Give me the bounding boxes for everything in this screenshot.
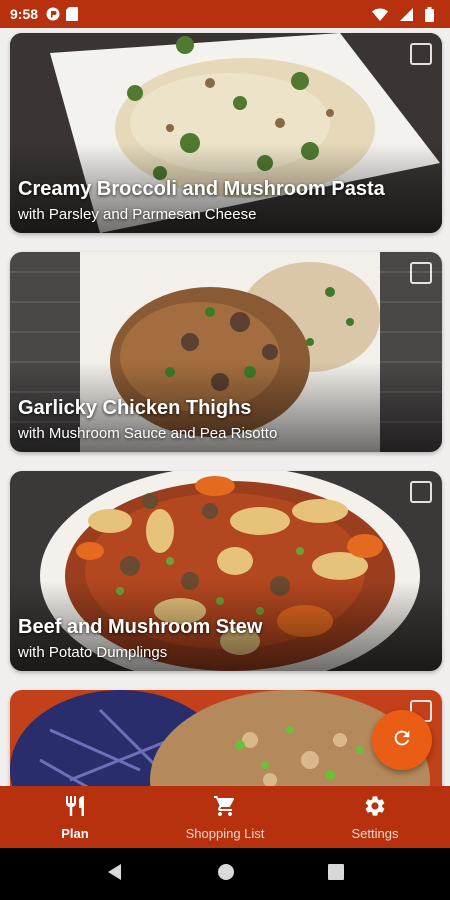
fork-knife-icon (63, 794, 87, 823)
recipe-subtitle: with Parsley and Parmesan Cheese (18, 206, 257, 223)
signal-icon (400, 7, 413, 21)
recents-icon[interactable] (327, 863, 344, 885)
refresh-button[interactable] (372, 710, 432, 770)
recipe-select-checkbox[interactable] (410, 262, 432, 284)
recipe-card[interactable]: Creamy Broccoli and Mushroom Pasta with … (10, 33, 442, 233)
nav-label: Shopping List (185, 825, 265, 841)
nav-label: Plan (61, 825, 89, 841)
recipe-subtitle: with Potato Dumplings (18, 644, 168, 661)
recipe-feed[interactable]: Creamy Broccoli and Mushroom Pasta with … (0, 28, 450, 786)
nav-item-shopping-list[interactable]: Shopping List (150, 786, 300, 848)
nav-item-settings[interactable]: Settings (300, 786, 450, 848)
status-bar: 9:58 (0, 0, 450, 28)
recipe-card[interactable]: Beef and Mushroom Stew with Potato Dumpl… (10, 471, 442, 671)
nav-label: Settings (351, 825, 399, 841)
wifi-icon (372, 7, 388, 21)
recipe-title: Beef and Mushroom Stew (18, 616, 263, 638)
gear-icon (363, 794, 387, 823)
recipe-select-checkbox[interactable] (410, 43, 432, 65)
back-icon[interactable] (106, 863, 124, 886)
cart-icon (213, 794, 237, 823)
bottom-navigation: Plan Shopping List Settings (0, 786, 450, 848)
recipe-subtitle: with Mushroom Sauce and Pea Risotto (18, 425, 278, 442)
recipe-card[interactable]: Garlicky Chicken Thighs with Mushroom Sa… (10, 252, 442, 452)
recipe-title: Creamy Broccoli and Mushroom Pasta (18, 178, 385, 200)
refresh-icon (391, 727, 413, 754)
nav-item-plan[interactable]: Plan (0, 786, 150, 848)
notification-app-icon (46, 7, 60, 21)
sd-card-icon (66, 7, 79, 21)
status-time: 9:58 (10, 6, 39, 22)
home-icon[interactable] (217, 863, 235, 886)
battery-icon (425, 6, 434, 22)
recipe-title: Garlicky Chicken Thighs (18, 397, 252, 419)
system-navigation-bar (0, 848, 450, 900)
recipe-select-checkbox[interactable] (410, 481, 432, 503)
